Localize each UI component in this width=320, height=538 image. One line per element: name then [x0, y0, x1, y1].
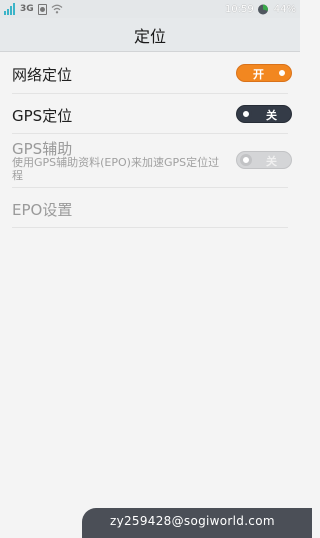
toggle-knob — [240, 154, 252, 166]
toggle-knob — [276, 67, 288, 79]
gps-assist-toggle: 关 — [236, 151, 292, 169]
gps-assist-description: 使用GPS辅助资料(EPO)来加速GPS定位过程 — [12, 156, 220, 182]
title-bar: 定位 — [0, 18, 300, 52]
toggle-on-label: 开 — [253, 68, 264, 81]
status-bar-right: 10:59 44% — [225, 2, 296, 16]
epo-settings-row: EPO设置 — [12, 188, 288, 228]
toggle-off-label: 关 — [266, 155, 277, 168]
epo-settings-label: EPO设置 — [12, 201, 73, 219]
network-type: 3G — [20, 4, 34, 14]
watermark: zy259428@sogiworld.com — [82, 508, 312, 538]
toggle-off-label: 关 — [266, 109, 277, 122]
gps-location-toggle[interactable]: 关 — [236, 105, 292, 123]
settings-list: 网络定位 开 GPS定位 关 GPS辅助 使用GPS辅助资料(EPO)来加速GP… — [0, 52, 300, 228]
page-title: 定位 — [133, 26, 166, 46]
status-bar: 3G 10:59 44% — [0, 0, 300, 18]
signal-icon — [4, 3, 15, 15]
status-bar-left: 3G — [4, 2, 63, 16]
sim-icon — [37, 3, 47, 15]
gps-location-label: GPS定位 — [12, 107, 73, 125]
gps-assist-row: GPS辅助 使用GPS辅助资料(EPO)来加速GPS定位过程 关 — [12, 134, 292, 188]
gps-location-row[interactable]: GPS定位 关 — [12, 94, 292, 134]
network-location-row[interactable]: 网络定位 开 — [12, 52, 292, 94]
network-location-label: 网络定位 — [12, 66, 73, 84]
clock: 10:59 — [224, 3, 254, 15]
battery-percent: 44% — [273, 3, 296, 15]
network-location-toggle[interactable]: 开 — [236, 64, 292, 82]
wifi-icon — [51, 4, 63, 14]
battery-icon — [257, 4, 268, 14]
watermark-text: zy259428@sogiworld.com — [110, 514, 275, 528]
toggle-knob — [240, 108, 252, 120]
